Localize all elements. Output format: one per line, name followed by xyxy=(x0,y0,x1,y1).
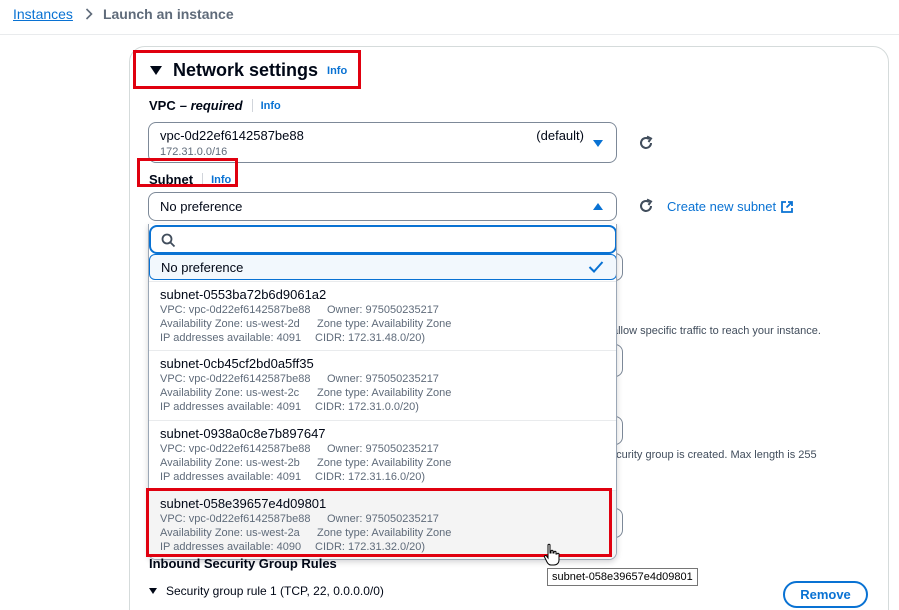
subnet-option-vpc: VPC: vpc-0d22ef6142587be88 xyxy=(160,304,311,316)
caret-down-icon xyxy=(593,140,603,147)
subnet-option[interactable]: subnet-0cb45cf2bd0a5ff35 VPC: vpc-0d22ef… xyxy=(149,350,616,420)
external-link-icon xyxy=(781,200,794,213)
vpc-info-link[interactable]: Info xyxy=(261,100,281,112)
refresh-icon[interactable] xyxy=(637,134,655,152)
security-group-rule-toggle[interactable]: Security group rule 1 (TCP, 22, 0.0.0.0/… xyxy=(149,584,384,598)
checkmark-icon xyxy=(588,261,604,273)
subnet-option[interactable]: subnet-0553ba72b6d9061a2 VPC: vpc-0d22ef… xyxy=(149,281,616,351)
security-group-rule-label: Security group rule 1 (TCP, 22, 0.0.0.0/… xyxy=(166,584,384,598)
subnet-dropdown: No preference subnet-0553ba72b6d9061a2 V… xyxy=(148,224,617,560)
vpc-default-tag: (default) xyxy=(536,128,584,143)
subnet-option-ips: IP addresses available: 4091 xyxy=(160,471,302,483)
chevron-right-icon xyxy=(85,8,93,20)
subnet-option-vpc: VPC: vpc-0d22ef6142587be88 xyxy=(160,513,311,525)
network-settings-header[interactable]: Network settings Info xyxy=(150,60,347,81)
subnet-option-cidr: CIDR: 172.31.48.0/20) xyxy=(315,332,426,344)
subnet-option-cidr: CIDR: 172.31.32.0/20) xyxy=(315,541,426,553)
option-label: No preference xyxy=(161,260,244,275)
subnet-selected-value: No preference xyxy=(160,199,243,214)
option-no-preference[interactable]: No preference xyxy=(149,254,616,280)
subnet-label: Subnet xyxy=(149,172,194,187)
remove-button[interactable]: Remove xyxy=(783,581,868,608)
subnet-option[interactable]: subnet-0938a0c8e7b897647 VPC: vpc-0d22ef… xyxy=(149,420,616,490)
subnet-option-vpc: VPC: vpc-0d22ef6142587be88 xyxy=(160,443,311,455)
subnet-option-vpc: VPC: vpc-0d22ef6142587be88 xyxy=(160,373,311,385)
subnet-option-az: Availability Zone: us-west-2b xyxy=(160,457,300,469)
create-new-subnet-link[interactable]: Create new subnet xyxy=(667,199,794,214)
subnet-option-ips: IP addresses available: 4090 xyxy=(160,541,302,553)
vpc-selected-id: vpc-0d22ef6142587be88 xyxy=(160,128,304,143)
subnet-option-owner: Owner: 975050235217 xyxy=(327,304,439,316)
subnet-option-id: subnet-058e39657e4d09801 xyxy=(160,496,327,511)
breadcrumb: Instances Launch an instance xyxy=(13,6,234,22)
subnet-option-az: Availability Zone: us-west-2a xyxy=(160,527,300,539)
subnet-label-row: Subnet Info xyxy=(149,172,231,187)
subnet-option-owner: Owner: 975050235217 xyxy=(327,513,439,525)
label-divider xyxy=(251,99,253,112)
search-icon xyxy=(161,233,176,248)
subnet-option-owner: Owner: 975050235217 xyxy=(327,443,439,455)
subnet-option-id: subnet-0553ba72b6d9061a2 xyxy=(160,287,327,302)
create-new-subnet-label: Create new subnet xyxy=(667,199,777,214)
subnet-info-link[interactable]: Info xyxy=(211,174,231,186)
subnet-option-az: Availability Zone: us-west-2d xyxy=(160,318,300,330)
subnet-option-zone-type: Zone type: Availability Zone xyxy=(317,527,452,539)
hand-pointer-icon xyxy=(543,543,560,566)
caret-down-icon xyxy=(150,66,162,75)
vpc-label: VPC xyxy=(149,98,176,113)
refresh-icon[interactable] xyxy=(637,197,655,215)
vpc-label-row: VPC – required Info xyxy=(149,98,281,113)
breadcrumb-current: Launch an instance xyxy=(102,6,234,22)
vpc-required-label: – required xyxy=(179,98,243,113)
vpc-select[interactable]: vpc-0d22ef6142587be88 172.31.0.0/16 (def… xyxy=(148,122,617,163)
label-divider xyxy=(202,173,204,186)
subnet-select[interactable]: No preference xyxy=(148,192,617,221)
subnet-search-input[interactable] xyxy=(149,225,616,254)
caret-up-icon xyxy=(593,203,603,210)
subnet-option-ips: IP addresses available: 4091 xyxy=(160,332,302,344)
inbound-rules-title: Inbound Security Group Rules xyxy=(149,556,337,571)
header-divider xyxy=(0,34,899,35)
subnet-option-zone-type: Zone type: Availability Zone xyxy=(317,387,452,399)
subnet-option-owner: Owner: 975050235217 xyxy=(327,373,439,385)
subnet-option-zone-type: Zone type: Availability Zone xyxy=(317,318,452,330)
tooltip: subnet-058e39657e4d09801 xyxy=(547,568,698,586)
caret-down-icon xyxy=(149,588,157,594)
background-sg-text: allow specific traffic to reach your ins… xyxy=(612,325,821,337)
subnet-option-id: subnet-0cb45cf2bd0a5ff35 xyxy=(160,356,314,371)
section-title: Network settings xyxy=(173,60,319,80)
subnet-option-cidr: CIDR: 172.31.16.0/20) xyxy=(315,471,426,483)
network-settings-info-link[interactable]: Info xyxy=(327,65,347,77)
subnet-option-ips: IP addresses available: 4091 xyxy=(160,401,302,413)
subnet-option-id: subnet-0938a0c8e7b897647 xyxy=(160,426,326,441)
background-sg-desc: ecurity group is created. Max length is … xyxy=(610,449,817,461)
breadcrumb-instances-link[interactable]: Instances xyxy=(13,6,73,22)
vpc-selected-cidr: 172.31.0.0/16 xyxy=(160,146,228,158)
subnet-option-cidr: CIDR: 172.31.0.0/20) xyxy=(315,401,419,413)
subnet-option-zone-type: Zone type: Availability Zone xyxy=(317,457,452,469)
subnet-option-az: Availability Zone: us-west-2c xyxy=(160,387,300,399)
